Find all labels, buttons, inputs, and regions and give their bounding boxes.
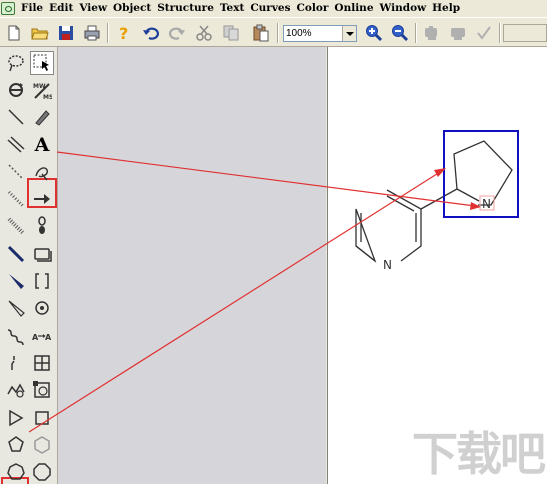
document-background xyxy=(58,47,326,484)
cyclopropane-icon[interactable] xyxy=(4,406,28,430)
svg-text:A: A xyxy=(32,333,39,342)
menu-structure[interactable]: Structure xyxy=(154,0,217,17)
zoom-in-icon[interactable] xyxy=(363,22,385,44)
arrow-tool-icon[interactable] xyxy=(30,187,54,211)
redo-icon[interactable] xyxy=(166,22,188,44)
mass-fragment-icon[interactable]: MW MS xyxy=(30,78,54,102)
open-folder-icon[interactable] xyxy=(29,22,51,44)
cut-icon[interactable] xyxy=(193,22,215,44)
toolbar-field[interactable] xyxy=(503,24,547,42)
hollow-wedge-bond-icon[interactable] xyxy=(4,296,28,320)
new-file-icon[interactable] xyxy=(3,22,25,44)
pen-tool-icon[interactable] xyxy=(30,160,54,184)
menu-text[interactable]: Text xyxy=(217,0,247,17)
brackets-icon[interactable] xyxy=(30,269,54,293)
zoom-value: 100% xyxy=(286,28,312,39)
menu-edit[interactable]: Edit xyxy=(46,0,76,17)
menu-help[interactable]: Help xyxy=(429,0,463,17)
cyclobutane-icon[interactable] xyxy=(30,406,54,430)
orbital-tool-icon[interactable] xyxy=(30,214,54,238)
dashed-bond-icon[interactable] xyxy=(4,160,28,184)
text-tool-label: A xyxy=(34,134,50,156)
chevron-down-icon[interactable] xyxy=(342,26,356,41)
save-icon[interactable] xyxy=(55,22,77,44)
print-icon[interactable] xyxy=(81,22,103,44)
menu-file[interactable]: File xyxy=(18,0,46,17)
rotate-icon[interactable] xyxy=(4,78,28,102)
menu-curves[interactable]: Curves xyxy=(247,0,293,17)
bold-bond-icon[interactable] xyxy=(4,242,28,266)
copy-icon[interactable] xyxy=(220,22,242,44)
template-tool-icon[interactable] xyxy=(30,378,54,402)
grayed-tool-icon[interactable] xyxy=(421,22,443,44)
svg-text:MS: MS xyxy=(43,94,52,100)
undo-icon[interactable] xyxy=(140,22,162,44)
menu-object[interactable]: Object xyxy=(110,0,154,17)
wedged-hashed-bond-icon[interactable] xyxy=(4,214,28,238)
toolbar-separator xyxy=(499,23,501,43)
menu-view[interactable]: View xyxy=(76,0,110,17)
chemical-symbol-icon[interactable] xyxy=(30,296,54,320)
menu-color[interactable]: Color xyxy=(294,0,332,17)
svg-text:A: A xyxy=(45,333,52,342)
solid-bond-icon[interactable] xyxy=(4,105,28,129)
svg-text:?: ? xyxy=(119,24,128,42)
marquee-select-icon[interactable] xyxy=(30,51,54,75)
text-tool-icon[interactable]: A xyxy=(30,133,54,157)
cycloheptane-icon[interactable] xyxy=(4,460,28,484)
menu-window[interactable]: Window xyxy=(377,0,430,17)
help-icon[interactable]: ? xyxy=(113,22,135,44)
menu-online[interactable]: Online xyxy=(331,0,376,17)
tool-palette: MW MS A A A xyxy=(0,47,58,484)
app-icon[interactable] xyxy=(1,2,15,15)
zoom-out-icon[interactable] xyxy=(389,22,411,44)
cyclooctane-icon[interactable] xyxy=(30,460,54,484)
wedge-bond-icon[interactable] xyxy=(4,269,28,293)
main-toolbar: ? 100% xyxy=(0,17,547,47)
cyclopentane-icon[interactable] xyxy=(4,433,28,457)
toolbar-separator xyxy=(415,23,417,43)
cyclohexane-icon[interactable] xyxy=(30,433,54,457)
ring-template-icon[interactable] xyxy=(4,378,28,402)
toolbar-separator xyxy=(107,23,109,43)
double-bond-icon[interactable] xyxy=(4,133,28,157)
hashed-bond-icon[interactable] xyxy=(4,187,28,211)
reaction-mapping-icon[interactable]: AA xyxy=(30,324,54,348)
drawing-elements-icon[interactable] xyxy=(30,242,54,266)
toolbar-separator xyxy=(277,23,279,43)
wavy-bond-icon[interactable] xyxy=(4,324,28,348)
table-tool-icon[interactable] xyxy=(30,351,54,375)
menu-bar: File Edit View Object Structure Text Cur… xyxy=(0,0,547,17)
paste-icon[interactable] xyxy=(250,22,272,44)
eraser-icon[interactable] xyxy=(30,105,54,129)
check-icon[interactable] xyxy=(473,22,495,44)
template-chain-icon[interactable] xyxy=(4,351,28,375)
zoom-dropdown[interactable]: 100% xyxy=(283,25,357,42)
grayed-tool-icon[interactable] xyxy=(447,22,469,44)
lasso-icon[interactable] xyxy=(4,51,28,75)
watermark: 下载吧 xyxy=(412,427,546,481)
